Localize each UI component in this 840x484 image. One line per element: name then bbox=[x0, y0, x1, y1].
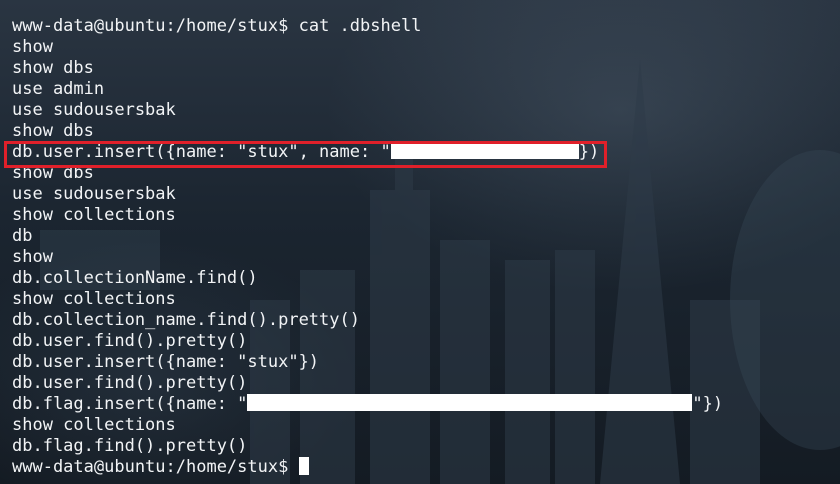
history-line: db.collectionName.find() bbox=[12, 268, 258, 288]
history-line: db.user.find().pretty() bbox=[12, 331, 248, 351]
history-line: db.user.insert({name: "stux"}) bbox=[12, 352, 320, 372]
history-line: show collections bbox=[12, 415, 176, 435]
history-line: db.flag.find().pretty() bbox=[12, 436, 248, 456]
history-line: show collections bbox=[12, 205, 176, 225]
shell-prompt: www-data@ubuntu:/home/stux$ bbox=[12, 16, 289, 36]
highlighted-history-line: db.user.insert({name: "stux", name: "}) bbox=[12, 142, 723, 163]
shell-prompt: www-data@ubuntu:/home/stux$ bbox=[12, 457, 289, 477]
history-line: db.user.find().pretty() bbox=[12, 373, 248, 393]
history-line: show bbox=[12, 37, 53, 57]
terminal-output: www-data@ubuntu:/home/stux$ cat .dbshell… bbox=[12, 16, 723, 478]
history-line: show collections bbox=[12, 289, 176, 309]
history-line: db.flag.insert({name: " "}) bbox=[12, 394, 723, 415]
redacted-flag-block bbox=[247, 394, 693, 411]
redacted-password-block bbox=[390, 142, 579, 159]
history-line: use admin bbox=[12, 79, 105, 99]
insert-command-suffix: }) bbox=[578, 142, 600, 162]
prompt-line: www-data@ubuntu:/home/stux$ cat .dbshell bbox=[12, 16, 723, 37]
history-line: use sudousersbak bbox=[12, 184, 176, 204]
history-line: show dbs bbox=[12, 121, 94, 141]
history-line: use sudousersbak bbox=[12, 100, 176, 120]
history-line: show dbs bbox=[12, 163, 94, 183]
insert-command-prefix: db.user.insert({name: "stux", name: " bbox=[12, 142, 391, 162]
history-line: db bbox=[12, 226, 33, 246]
active-prompt-line[interactable]: www-data@ubuntu:/home/stux$ bbox=[12, 457, 723, 478]
history-line: db.collection_name.find().pretty() bbox=[12, 310, 360, 330]
text-cursor[interactable] bbox=[298, 457, 309, 475]
flag-insert-prefix: db.flag.insert({name: " bbox=[12, 394, 248, 414]
history-line: show bbox=[12, 247, 53, 267]
history-line: show dbs bbox=[12, 58, 94, 78]
flag-insert-suffix: "}) bbox=[692, 394, 724, 414]
command-text: cat .dbshell bbox=[298, 16, 422, 36]
terminal-window[interactable]: www-data@ubuntu:/home/stux$ cat .dbshell… bbox=[0, 0, 840, 484]
